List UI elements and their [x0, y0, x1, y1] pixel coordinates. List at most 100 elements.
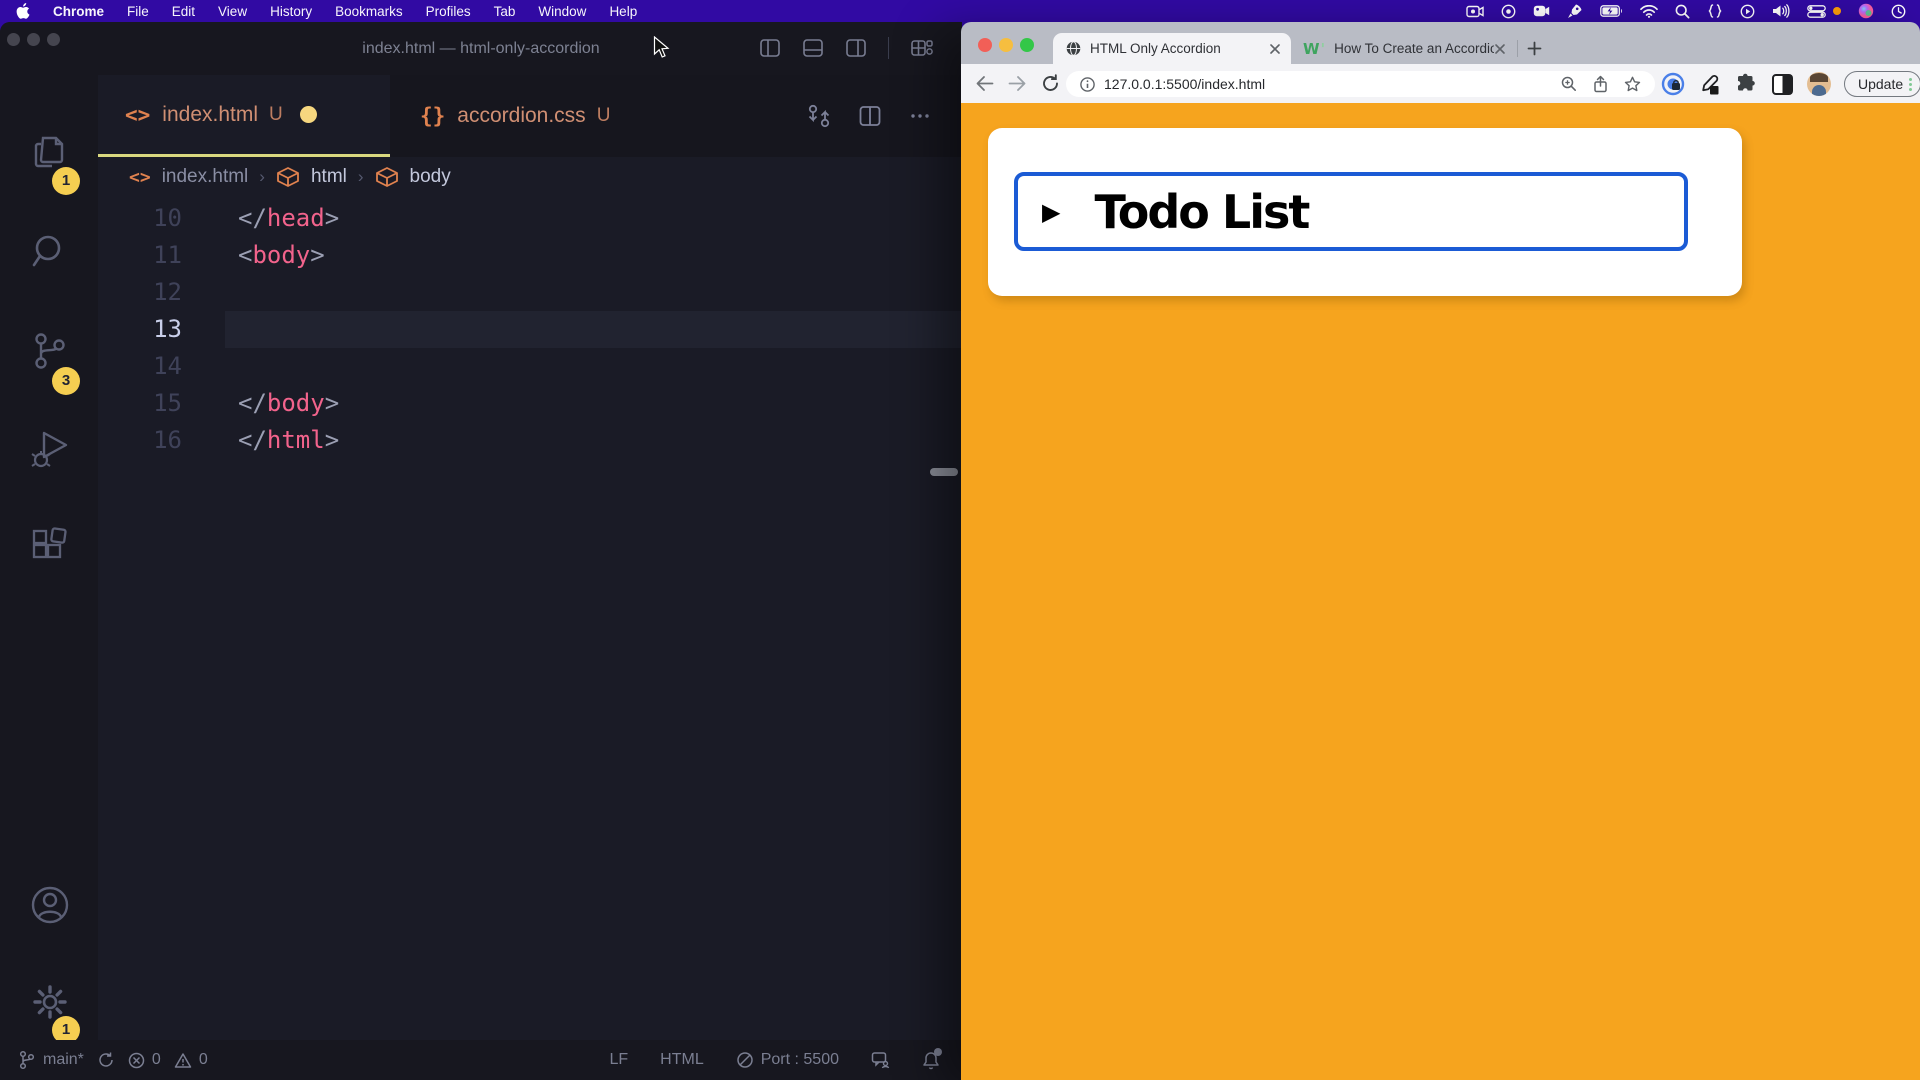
- language-mode[interactable]: HTML: [660, 1051, 704, 1069]
- tab-how-to-create-an-accordion[interactable]: W' How To Create an Accordion: [1303, 33, 1542, 64]
- browser-menu-icon[interactable]: [1909, 78, 1912, 91]
- color-picker-extension-icon[interactable]: [1698, 73, 1721, 96]
- code-line[interactable]: 10 </head>: [98, 200, 962, 237]
- tab-html-only-accordion[interactable]: HTML Only Accordion: [1053, 33, 1291, 64]
- menu-history[interactable]: History: [270, 4, 312, 19]
- code-editor[interactable]: 10 </head> 11 <body> 12 13 14 15 </body>…: [98, 197, 962, 1040]
- sync-changes-button[interactable]: [97, 1051, 115, 1069]
- menu-profiles[interactable]: Profiles: [426, 4, 471, 19]
- code-line[interactable]: 11 <body>: [98, 237, 962, 274]
- site-info-icon[interactable]: [1080, 77, 1095, 92]
- share-icon[interactable]: [1593, 75, 1608, 93]
- record-icon[interactable]: [1501, 4, 1516, 19]
- code-line[interactable]: 14: [98, 348, 962, 385]
- tab-accordion-css[interactable]: {} accordion.css U: [390, 75, 690, 157]
- menu-app-name[interactable]: Chrome: [53, 4, 104, 19]
- open-changes-icon[interactable]: [806, 103, 832, 129]
- menu-tab[interactable]: Tab: [494, 4, 516, 19]
- details-marker-icon[interactable]: ▶: [1042, 198, 1060, 226]
- siri-icon[interactable]: [1858, 3, 1874, 19]
- menu-help[interactable]: Help: [609, 4, 637, 19]
- bookmark-star-icon[interactable]: [1624, 76, 1641, 92]
- editor-tab-bar: <> index.html U {} accordion.css U: [98, 75, 962, 157]
- notification-dot: [1833, 7, 1841, 15]
- html-file-icon: <>: [125, 103, 150, 127]
- chevron-right-icon: ›: [259, 167, 265, 187]
- zoom-window-button[interactable]: [1020, 38, 1034, 52]
- line-number: 14: [130, 348, 182, 385]
- live-server-port[interactable]: Port : 5500: [736, 1051, 839, 1069]
- status-bar: main* 0 0 LF HTML Port :: [0, 1040, 962, 1080]
- tab-title: How To Create an Accordion: [1334, 41, 1494, 56]
- page-content: ▶ Todo List: [961, 103, 1920, 1080]
- search-icon[interactable]: [28, 230, 72, 274]
- code-line[interactable]: 16 </html>: [98, 422, 962, 459]
- warning-icon: [174, 1052, 192, 1069]
- spotlight-search-icon[interactable]: [1675, 4, 1690, 19]
- url-text[interactable]: 127.0.0.1:5500/index.html: [1104, 76, 1561, 92]
- address-bar[interactable]: 127.0.0.1:5500/index.html: [1066, 71, 1655, 97]
- code-line-current[interactable]: 13: [98, 311, 962, 348]
- tab-separator: [1517, 40, 1518, 57]
- rocket-icon[interactable]: [1567, 3, 1583, 19]
- toggle-sidebar-icon[interactable]: [759, 37, 781, 59]
- accordion-title[interactable]: Todo List: [1094, 185, 1308, 239]
- split-editor-icon[interactable]: [858, 104, 882, 128]
- menu-view[interactable]: View: [218, 4, 247, 19]
- braces-icon[interactable]: [1707, 4, 1723, 18]
- git-branch-indicator[interactable]: main*: [18, 1050, 84, 1070]
- code-line[interactable]: 12: [98, 274, 962, 311]
- playback-icon[interactable]: [1740, 4, 1755, 19]
- more-actions-icon[interactable]: [908, 104, 932, 128]
- run-debug-icon[interactable]: [28, 427, 72, 471]
- extensions-icon[interactable]: [28, 525, 72, 569]
- control-center-icon[interactable]: [1807, 5, 1826, 18]
- camera-icon[interactable]: [1533, 5, 1550, 17]
- clock-icon[interactable]: [1891, 4, 1906, 19]
- close-tab-icon[interactable]: [1269, 43, 1281, 55]
- menu-bookmarks[interactable]: Bookmarks: [335, 4, 403, 19]
- close-window-button[interactable]: [978, 38, 992, 52]
- minimize-window-button[interactable]: [999, 38, 1013, 52]
- customize-layout-icon[interactable]: [910, 36, 934, 60]
- close-tab-icon[interactable]: [1494, 43, 1506, 55]
- back-button[interactable]: [975, 75, 994, 92]
- breadcrumb-node[interactable]: html: [311, 166, 347, 188]
- toggle-panel-icon[interactable]: [802, 37, 824, 59]
- breadcrumb-node[interactable]: body: [410, 166, 451, 188]
- warnings-indicator[interactable]: 0: [174, 1051, 208, 1069]
- w3schools-favicon: W': [1303, 40, 1325, 58]
- new-tab-button[interactable]: [1527, 41, 1542, 56]
- toggle-secondary-sidebar-icon[interactable]: [845, 37, 867, 59]
- feedback-button[interactable]: [871, 1051, 890, 1069]
- forward-button[interactable]: [1008, 75, 1027, 92]
- menu-window[interactable]: Window: [538, 4, 586, 19]
- profile-avatar[interactable]: [1807, 72, 1831, 96]
- tab-index-html[interactable]: <> index.html U: [98, 75, 390, 157]
- battery-icon[interactable]: [1600, 5, 1623, 17]
- zoom-page-icon[interactable]: [1561, 76, 1577, 92]
- code-line[interactable]: 15 </body>: [98, 385, 962, 422]
- volume-icon[interactable]: [1772, 4, 1790, 18]
- errors-indicator[interactable]: 0: [128, 1051, 161, 1069]
- unsaved-dot-icon[interactable]: [300, 106, 317, 123]
- screen-capture-icon[interactable]: [1466, 5, 1484, 18]
- mouse-cursor: [653, 36, 670, 60]
- apple-logo-icon[interactable]: [16, 3, 30, 19]
- breadcrumb: <> index.html › html › body: [98, 157, 962, 197]
- notifications-button[interactable]: [922, 1051, 940, 1070]
- privacy-extension-icon[interactable]: [1661, 72, 1685, 96]
- menu-edit[interactable]: Edit: [172, 4, 195, 19]
- scrollbar-thumb[interactable]: [930, 468, 958, 476]
- dark-mode-extension-icon[interactable]: [1771, 73, 1794, 96]
- menu-bar-status-icons: [1466, 3, 1920, 19]
- accordion-summary[interactable]: ▶ Todo List: [1014, 172, 1688, 251]
- chrome-update-button[interactable]: Update: [1844, 71, 1920, 97]
- account-icon[interactable]: [28, 883, 72, 927]
- breadcrumb-file[interactable]: index.html: [162, 166, 249, 188]
- reload-button[interactable]: [1041, 74, 1060, 93]
- extensions-puzzle-icon[interactable]: [1734, 72, 1758, 96]
- wifi-icon[interactable]: [1640, 5, 1658, 18]
- eol-indicator[interactable]: LF: [609, 1051, 628, 1069]
- menu-file[interactable]: File: [127, 4, 149, 19]
